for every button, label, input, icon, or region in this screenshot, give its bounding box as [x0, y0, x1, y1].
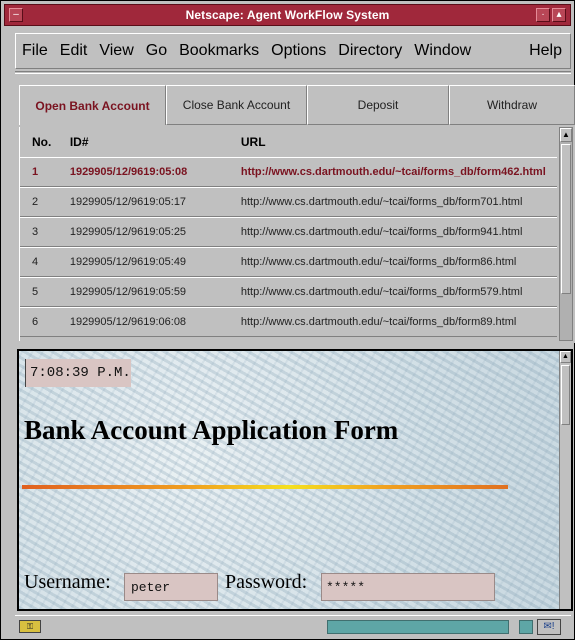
menu-window[interactable]: Window: [408, 42, 477, 60]
menu-file[interactable]: File: [16, 42, 54, 60]
menu-options[interactable]: Options: [265, 42, 332, 60]
tab-withdraw[interactable]: Withdraw: [449, 85, 575, 125]
cell-no: 5: [32, 286, 39, 298]
scrollbar-thumb[interactable]: [561, 365, 570, 425]
table-row[interactable]: 6 1929905/12/9619:06:08 http://www.cs.da…: [20, 307, 557, 337]
progress-bar: [327, 620, 509, 634]
scroll-up-arrow-icon[interactable]: ▲: [560, 351, 571, 363]
toolbar-separator: [15, 71, 571, 74]
cell-no: 6: [32, 316, 39, 328]
cell-id: 1929905/12/9619:05:25: [69, 226, 187, 238]
table-row[interactable]: 3 1929905/12/9619:05:25 http://www.cs.da…: [20, 217, 557, 247]
maximize-icon[interactable]: ▴: [552, 8, 566, 22]
table-row[interactable]: 5 1929905/12/9619:05:59 http://www.cs.da…: [20, 277, 557, 307]
cell-id: 1929905/12/9619:06:08: [69, 316, 187, 328]
menu-bookmarks[interactable]: Bookmarks: [173, 42, 265, 60]
window-title: Netscape: Agent WorkFlow System: [185, 8, 390, 22]
menu-view[interactable]: View: [93, 42, 139, 60]
password-label: Password:: [225, 571, 308, 593]
workflow-tab-panel: Open Bank Account Close Bank Account Dep…: [19, 85, 575, 343]
menu-help[interactable]: Help: [523, 42, 570, 60]
cell-no: 1: [32, 166, 39, 178]
cell-url: http://www.cs.dartmouth.edu/~tcai/forms_…: [240, 196, 523, 208]
status-bar: ⚿ ✉!: [15, 615, 571, 637]
col-header-id[interactable]: ID#: [60, 135, 229, 149]
table-row[interactable]: 4 1929905/12/9619:05:49 http://www.cs.da…: [20, 247, 557, 277]
browser-window: – Netscape: Agent WorkFlow System · ▴ Fi…: [0, 0, 575, 640]
username-input[interactable]: peter: [124, 573, 218, 601]
tab-open-bank-account[interactable]: Open Bank Account: [19, 85, 166, 125]
scrollbar-thumb[interactable]: [561, 144, 571, 294]
form-content-frame: 7:08:39 P.M. Bank Account Application Fo…: [17, 349, 573, 611]
cell-id: 1929905/12/9619:05:08: [69, 166, 188, 178]
content-vertical-scrollbar[interactable]: ▲: [559, 351, 571, 609]
forms-table: No. ID# URL 1 1929905/12/9619:05:08 http…: [19, 127, 557, 341]
security-key-icon[interactable]: ⚿: [19, 620, 41, 633]
menu-directory[interactable]: Directory: [332, 42, 408, 60]
cell-url: http://www.cs.dartmouth.edu/~tcai/forms_…: [240, 166, 546, 178]
form-title: Bank Account Application Form: [24, 415, 399, 445]
cell-id: 1929905/12/9619:05:49: [69, 256, 187, 268]
progress-indicator: [519, 620, 533, 634]
cell-no: 4: [32, 256, 39, 268]
tab-strip: Open Bank Account Close Bank Account Dep…: [19, 85, 575, 125]
username-label: Username:: [24, 571, 111, 593]
cell-id: 1929905/12/9619:05:59: [69, 286, 187, 298]
minimize-icon[interactable]: ·: [536, 8, 550, 22]
tab-close-bank-account[interactable]: Close Bank Account: [166, 85, 307, 125]
col-header-no[interactable]: No.: [20, 135, 60, 149]
table-header: No. ID# URL: [20, 127, 557, 157]
window-menu-icon[interactable]: –: [9, 8, 23, 22]
horizontal-rule: [22, 485, 508, 489]
table-row[interactable]: 2 1929905/12/9619:05:17 http://www.cs.da…: [20, 187, 557, 217]
table-vertical-scrollbar[interactable]: ▲: [559, 127, 573, 341]
cell-url: http://www.cs.dartmouth.edu/~tcai/forms_…: [240, 226, 523, 238]
password-input[interactable]: *****: [321, 573, 495, 601]
mail-icon[interactable]: ✉!: [537, 619, 561, 635]
cell-no: 2: [32, 196, 39, 208]
menu-edit[interactable]: Edit: [54, 42, 94, 60]
cell-no: 3: [32, 226, 39, 238]
tab-deposit[interactable]: Deposit: [307, 85, 449, 125]
menu-go[interactable]: Go: [140, 42, 173, 60]
cell-url: http://www.cs.dartmouth.edu/~tcai/forms_…: [240, 286, 523, 298]
scroll-up-arrow-icon[interactable]: ▲: [560, 128, 572, 142]
title-bar[interactable]: – Netscape: Agent WorkFlow System · ▴: [4, 4, 571, 26]
time-field[interactable]: 7:08:39 P.M.: [25, 359, 131, 387]
table-row[interactable]: 1 1929905/12/9619:05:08 http://www.cs.da…: [20, 157, 557, 187]
menu-bar: File Edit View Go Bookmarks Options Dire…: [15, 33, 571, 69]
col-header-url[interactable]: URL: [229, 135, 557, 149]
cell-url: http://www.cs.dartmouth.edu/~tcai/forms_…: [240, 256, 517, 268]
cell-id: 1929905/12/9619:05:17: [69, 196, 187, 208]
cell-url: http://www.cs.dartmouth.edu/~tcai/forms_…: [240, 316, 517, 328]
